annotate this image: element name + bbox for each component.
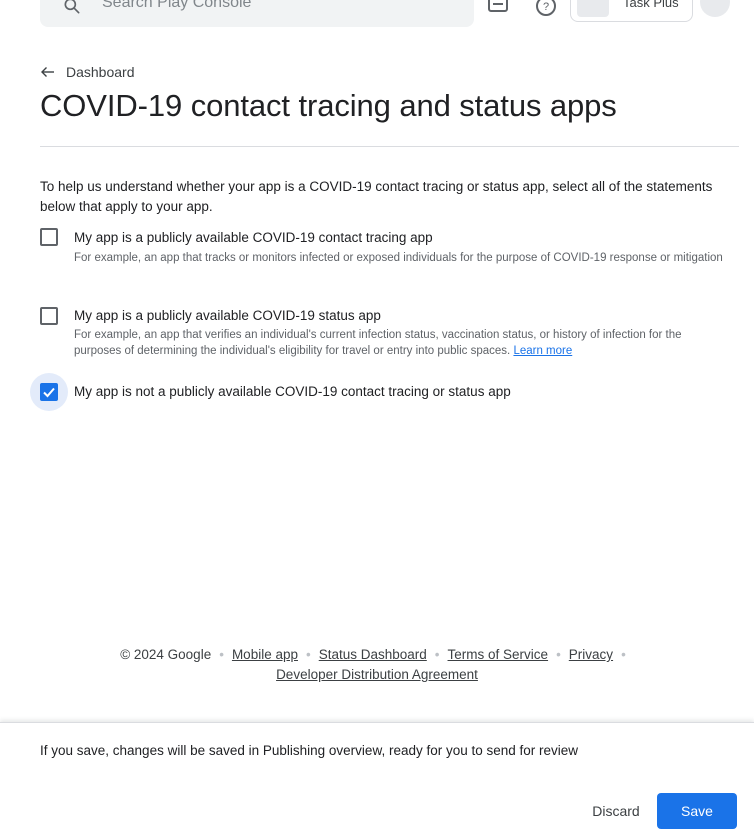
- status-app-checkbox[interactable]: [30, 297, 68, 335]
- not-covid-app-checkbox[interactable]: [30, 373, 68, 411]
- search-icon: [64, 0, 80, 14]
- option-label: My app is a publicly available COVID-19 …: [74, 230, 433, 245]
- option-label: My app is not a publicly available COVID…: [74, 384, 511, 399]
- check-icon: [43, 387, 55, 398]
- app-thumbnail: [577, 0, 609, 17]
- discard-button[interactable]: Discard: [578, 793, 654, 829]
- page-title: COVID-19 contact tracing and status apps: [40, 88, 617, 123]
- search-bar[interactable]: Search Play Console: [40, 0, 474, 27]
- app-name: Task Plus: [623, 0, 679, 10]
- search-placeholder: Search Play Console: [102, 0, 252, 11]
- intro-text: To help us understand whether your app i…: [40, 179, 713, 214]
- save-bar: If you save, changes will be saved in Pu…: [0, 722, 754, 838]
- back-to-dashboard-link[interactable]: Dashboard: [40, 63, 135, 81]
- footer-links: © 2024 Google • Mobile app • Status Dashboar…: [120, 647, 626, 682]
- option-label: My app is a publicly available COVID-19 …: [74, 308, 381, 323]
- app-selector[interactable]: Task Plus: [570, 0, 693, 22]
- title-divider: [40, 146, 739, 147]
- option-help-text: For example, an app that verifies an ind…: [74, 329, 682, 357]
- privacy-link[interactable]: Privacy: [569, 647, 613, 662]
- top-app-bar: Search Play Console ? Task Plus: [0, 0, 754, 34]
- mobile-app-link[interactable]: Mobile app: [232, 647, 298, 662]
- developer-distribution-agreement-link[interactable]: Developer Distribution Agreement: [276, 667, 478, 682]
- status-dashboard-link[interactable]: Status Dashboard: [319, 647, 427, 662]
- checkbox-box-checked: [40, 383, 58, 401]
- option-help: For example, an app that verifies an ind…: [74, 327, 724, 359]
- back-link-label: Dashboard: [66, 64, 135, 80]
- feedback-icon[interactable]: [486, 0, 510, 18]
- checkbox-box: [40, 307, 58, 325]
- copyright: © 2024 Google: [120, 647, 212, 662]
- option-help: For example, an app that tracks or monit…: [74, 252, 723, 264]
- save-button[interactable]: Save: [657, 793, 737, 829]
- contact-tracing-checkbox[interactable]: [30, 218, 68, 256]
- save-info-message: If you save, changes will be saved in Pu…: [40, 743, 579, 758]
- terms-of-service-link[interactable]: Terms of Service: [448, 647, 549, 662]
- learn-more-link[interactable]: Learn more: [513, 345, 572, 357]
- side-panel-icon[interactable]: [700, 0, 730, 17]
- checkbox-box: [40, 228, 58, 246]
- arrow-back-icon: [41, 67, 54, 77]
- svg-text:?: ?: [543, 1, 549, 13]
- help-icon[interactable]: ?: [534, 0, 558, 18]
